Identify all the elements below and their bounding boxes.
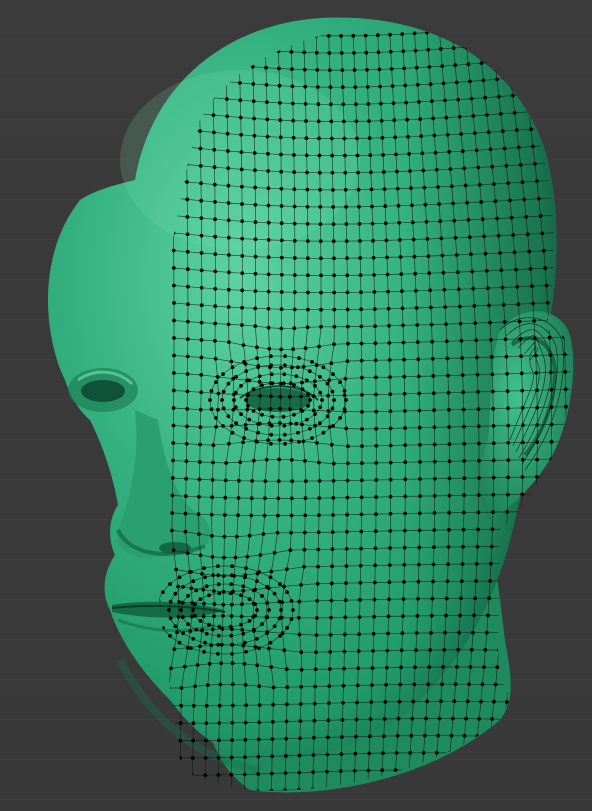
3d-viewport[interactable] [0,0,592,811]
viewport-canvas [0,0,592,811]
left-eye [81,380,125,402]
